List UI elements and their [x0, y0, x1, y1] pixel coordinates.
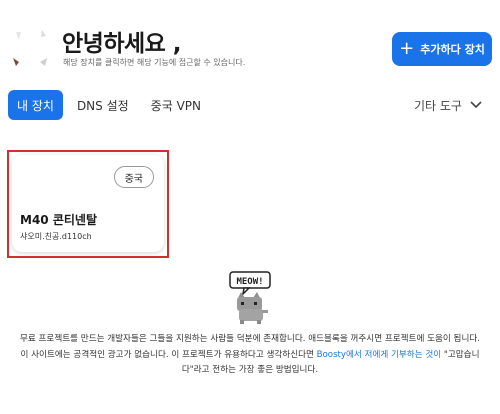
meow-cat-icon: MEOW!	[229, 271, 271, 324]
tab-bar: 내 장치 DNS 설정 중국 VPN	[8, 90, 215, 120]
boosty-donate-link[interactable]: Boosty에서 저에게 기부하는 것이	[317, 350, 442, 360]
tab-dns-settings[interactable]: DNS 설정	[69, 90, 137, 120]
other-tools-dropdown[interactable]: 기타 도구	[414, 90, 482, 120]
plus-icon: +	[399, 38, 415, 59]
add-device-label: 추가하다 장치	[420, 43, 485, 56]
other-tools-label: 기타 도구	[414, 98, 462, 113]
tab-china-vpn[interactable]: 중국 VPN	[143, 90, 209, 120]
device-id: 샤오미.친공.d110ch	[20, 232, 92, 241]
tab-my-devices[interactable]: 내 장치	[8, 90, 63, 120]
add-device-button[interactable]: + 추가하다 장치	[392, 32, 492, 66]
device-card[interactable]: 중국 M40 콘티넨탈 샤오미.친공.d110ch	[12, 155, 164, 252]
meow-text: MEOW!	[236, 277, 263, 287]
region-badge: 중국	[113, 166, 154, 188]
page-subtitle: 해당 장치를 클릭하면 해당 기능에 접근할 수 있습니다.	[63, 58, 246, 67]
app-logo-icon	[13, 30, 47, 66]
page-title: 안녕하세요 ,	[62, 31, 182, 57]
donation-message: 무료 프로젝트를 만드는 개발자들은 그들을 지원하는 사람들 덕분에 존재합니…	[18, 332, 482, 379]
device-name: M40 콘티넨탈	[20, 213, 97, 227]
chevron-down-icon	[470, 101, 482, 109]
